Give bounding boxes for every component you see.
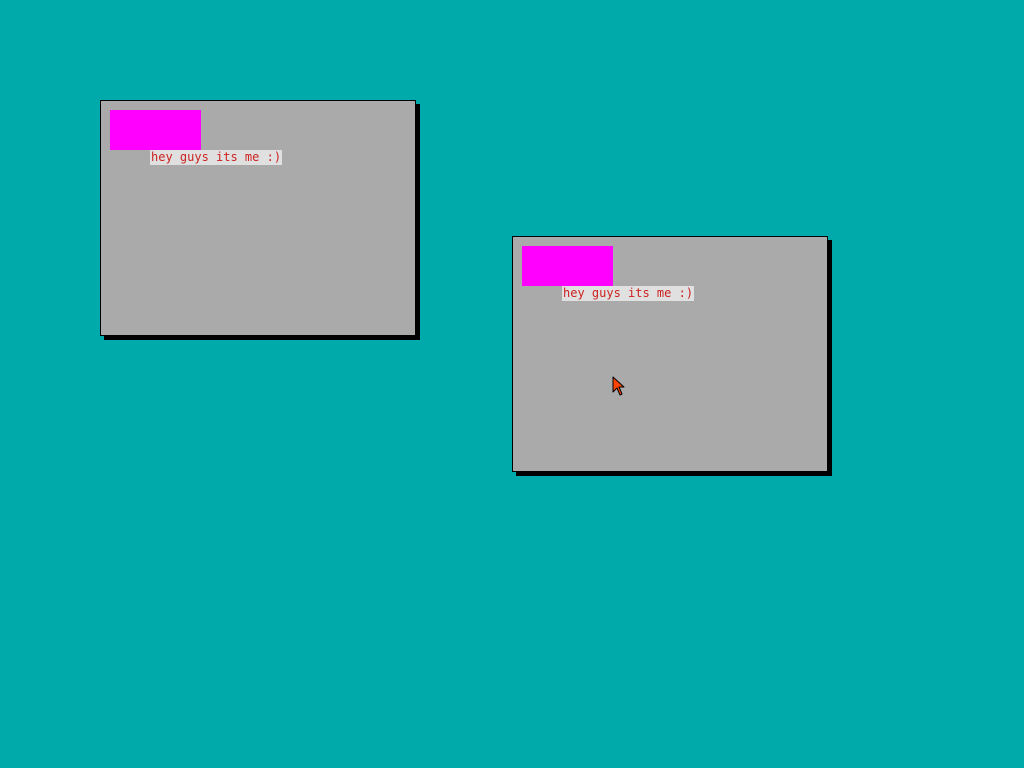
desktop: { "desktop": { "background_color": "#00a… xyxy=(0,0,1024,768)
magenta-swatch[interactable] xyxy=(522,246,613,286)
arrow-cursor-icon xyxy=(612,376,625,396)
window-label: hey guys its me :) xyxy=(150,150,283,165)
window-2[interactable]: hey guys its me :) xyxy=(512,236,828,472)
window-1[interactable]: hey guys its me :) xyxy=(100,100,416,336)
window-label: hey guys its me :) xyxy=(562,286,695,301)
magenta-swatch[interactable] xyxy=(110,110,201,150)
